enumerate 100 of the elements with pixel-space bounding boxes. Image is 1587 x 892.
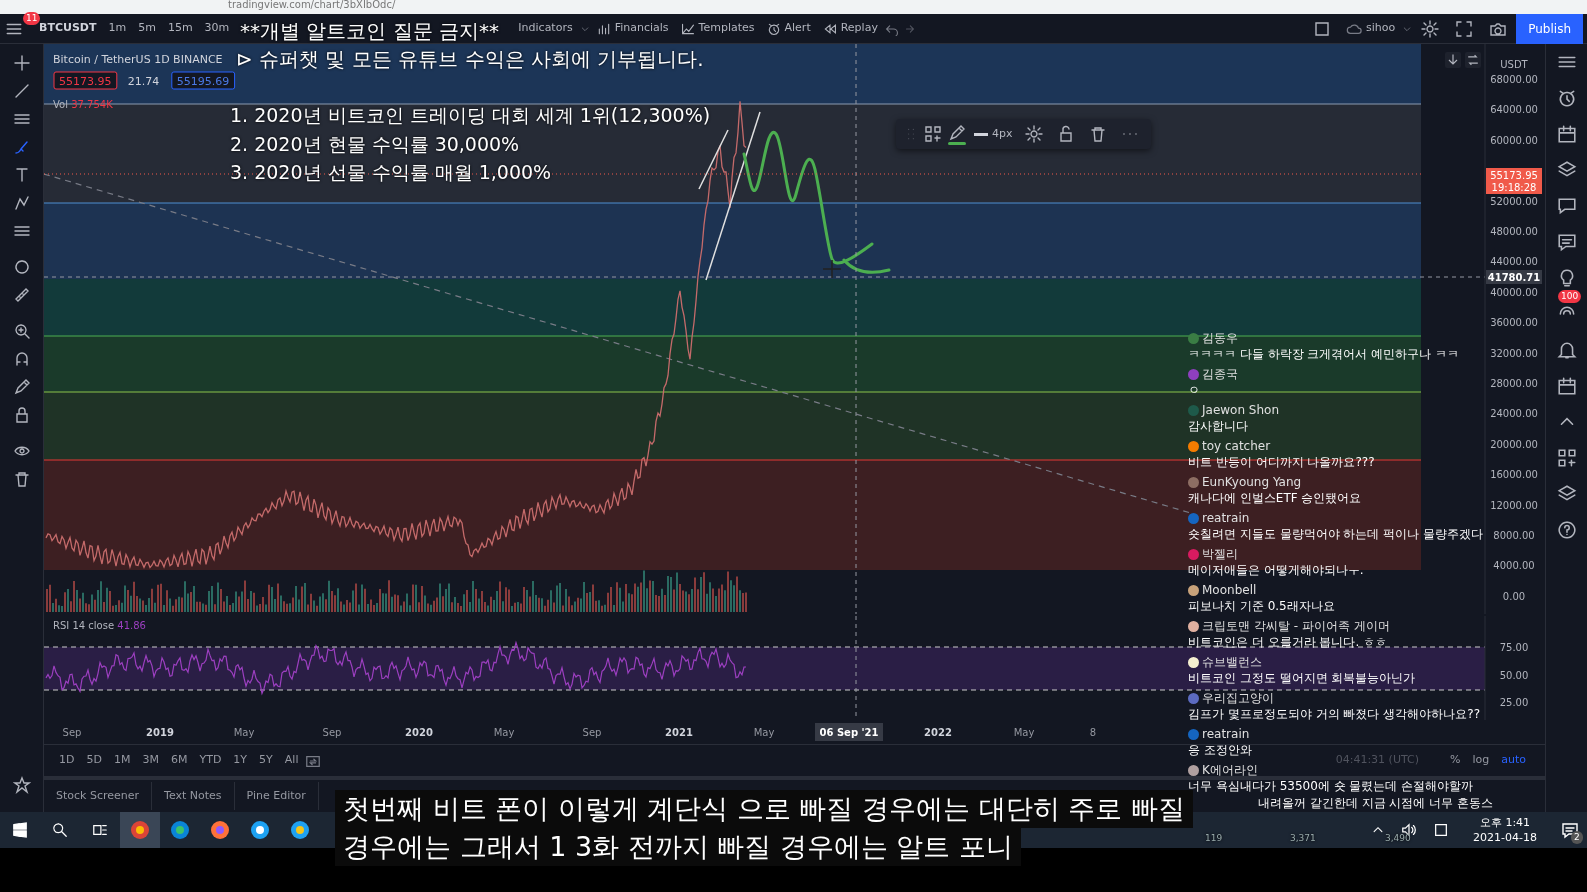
clock-date: 2021-04-18	[1473, 830, 1537, 845]
chat-author: 김종국	[1202, 366, 1238, 382]
interval-button[interactable]: 5m	[133, 18, 161, 39]
range-button[interactable]: 5D	[81, 750, 107, 771]
alert-button[interactable]: Alert	[761, 18, 816, 39]
fullscreen-icon[interactable]	[1455, 19, 1474, 38]
time-label: Sep	[582, 727, 602, 738]
range-button[interactable]: 5Y	[254, 750, 278, 771]
last-price-tag: 55173.95 19:18:28	[1486, 168, 1542, 194]
settings-icon[interactable]	[1421, 19, 1440, 38]
currency-label: USDT	[1500, 59, 1528, 70]
price-value: 55195.69	[171, 71, 236, 90]
financials-button[interactable]: Financials	[591, 18, 674, 39]
chat-author: 슈브밸런스	[1202, 654, 1262, 670]
trash-icon[interactable]	[12, 470, 31, 488]
account-button[interactable]: sihoo	[1341, 18, 1401, 39]
pencil-color-icon[interactable]	[948, 123, 966, 145]
subtitle-text: 경우에는 그래서 1 3화 전까지 빠질 경우에는 알트 포니	[335, 828, 1022, 866]
time-label: 2021	[665, 727, 693, 738]
address-bar-url[interactable]: tradingview.com/chart/3bXIbOdc/	[228, 0, 396, 10]
notification-count: 2	[1571, 831, 1583, 844]
task-view-icon[interactable]	[92, 822, 108, 838]
chat-author: Jaewon Shon	[1202, 402, 1280, 418]
price-label: 52000.00	[1490, 195, 1538, 207]
percent-scale-button[interactable]: %	[1445, 750, 1466, 771]
price-label: 4000.00	[1493, 560, 1535, 572]
windows-start-icon[interactable]	[12, 822, 28, 838]
range-button[interactable]: YTD	[194, 750, 227, 771]
input-method-icon[interactable]	[1433, 822, 1450, 838]
chat-message: ㅋㅋㅋㅋ 다들 하락장 크게겪어서 예민하구나 ㅋㅋ	[1188, 346, 1461, 363]
calendar-icon[interactable]	[1556, 376, 1577, 396]
crosshair-icon[interactable]	[12, 54, 31, 72]
layout-icon[interactable]	[1313, 19, 1331, 38]
price-value: 55173.95	[53, 71, 118, 90]
price-label: 68000.00	[1490, 74, 1538, 85]
chat-author: K에어라인	[1202, 762, 1258, 778]
star-icon[interactable]	[12, 776, 31, 794]
log-scale-button[interactable]: log	[1467, 750, 1495, 771]
time-label: May	[1013, 727, 1035, 738]
price-label: 36000.00	[1490, 317, 1538, 329]
chat-message: 비트코인은 더 오를거라 봅니다. ㅎㅎ	[1188, 634, 1389, 651]
rsi-legend: RSI 14 close 41.86	[53, 620, 146, 631]
interval-button[interactable]: 30m	[199, 18, 235, 39]
search-icon[interactable]	[52, 822, 68, 838]
notification-badge: 100	[1558, 290, 1582, 303]
chat-author: 박젤리	[1202, 546, 1238, 562]
viewer-stat: 119	[1205, 832, 1223, 845]
chat-bubble-icon[interactable]	[1556, 232, 1577, 252]
pattern-icon[interactable]	[12, 194, 31, 212]
add-template-icon[interactable]	[924, 125, 942, 143]
price-label: 28000.00	[1490, 378, 1538, 389]
pencil-icon[interactable]	[12, 378, 31, 396]
scroll-down-icon[interactable]	[1445, 52, 1461, 68]
range-button[interactable]: 3M	[137, 750, 164, 771]
chat-bubble-icon[interactable]	[1556, 196, 1577, 216]
interval-button[interactable]: 1m	[103, 18, 132, 39]
line-chart-icon	[680, 21, 695, 36]
browser-app-icon[interactable]	[120, 812, 160, 848]
time-label: Sep	[62, 727, 82, 738]
chat-author: toy catcher	[1202, 438, 1271, 454]
publish-button[interactable]: Publish	[1516, 13, 1583, 44]
panel-tab[interactable]: Pine Editor	[234, 782, 319, 810]
interval-button[interactable]: 15m	[162, 18, 198, 39]
calendar-list-icon[interactable]	[1556, 124, 1577, 144]
range-button[interactable]: 1M	[108, 750, 136, 771]
trash-icon[interactable]	[1088, 125, 1107, 143]
volume-legend: Vol 37.754K	[53, 99, 113, 110]
price-label: 20000.00	[1490, 438, 1538, 450]
viewer-stat: 3,371	[1290, 832, 1316, 845]
range-button[interactable]: 1D	[54, 750, 80, 771]
replay-button[interactable]: Replay	[817, 18, 883, 39]
notification-icon[interactable]	[1561, 821, 1579, 839]
price-label: 12000.00	[1490, 499, 1538, 511]
achievement-text: 3. 2020년 선물 수익률 매월 1,000%	[230, 160, 552, 185]
help-icon[interactable]	[1556, 520, 1577, 540]
time-label: May	[493, 727, 515, 738]
chat-message: 메이저애들은 어떻게해야되나ㅜ.	[1188, 562, 1365, 579]
bell-icon[interactable]	[1556, 340, 1577, 360]
bar-chart-icon	[596, 21, 611, 36]
price-label: 8000.00	[1493, 530, 1535, 541]
refresh-icon[interactable]	[1465, 52, 1481, 68]
achievement-text: 1. 2020년 비트코인 트레이딩 대회 세계 1위(12,300%)	[230, 103, 711, 128]
time-label: 2022	[924, 727, 952, 738]
overlay-headline: **개별 알트코인 질문 금지**	[240, 18, 500, 45]
indicators-button[interactable]: Indicators	[513, 18, 578, 39]
panel-tab[interactable]: Text Notes	[152, 782, 235, 810]
range-button[interactable]: 6M	[165, 750, 193, 771]
clock-text: 04:41:31 (UTC)	[1335, 752, 1419, 769]
price-label: 60000.00	[1490, 134, 1538, 146]
price-label: 40000.00	[1490, 286, 1538, 298]
grid-icon[interactable]	[1556, 448, 1577, 468]
range-button[interactable]: All	[279, 750, 304, 771]
settings-icon[interactable]	[1024, 125, 1043, 143]
zoom-icon[interactable]	[12, 322, 31, 340]
panel-tab[interactable]: Stock Screener	[44, 782, 153, 810]
line-width-button[interactable]: 4px	[972, 123, 1015, 145]
auto-scale-button[interactable]: auto	[1496, 750, 1531, 771]
range-button[interactable]: 1Y	[228, 750, 253, 771]
templates-button[interactable]: Templates	[675, 18, 760, 39]
price-label: 64000.00	[1490, 104, 1538, 116]
